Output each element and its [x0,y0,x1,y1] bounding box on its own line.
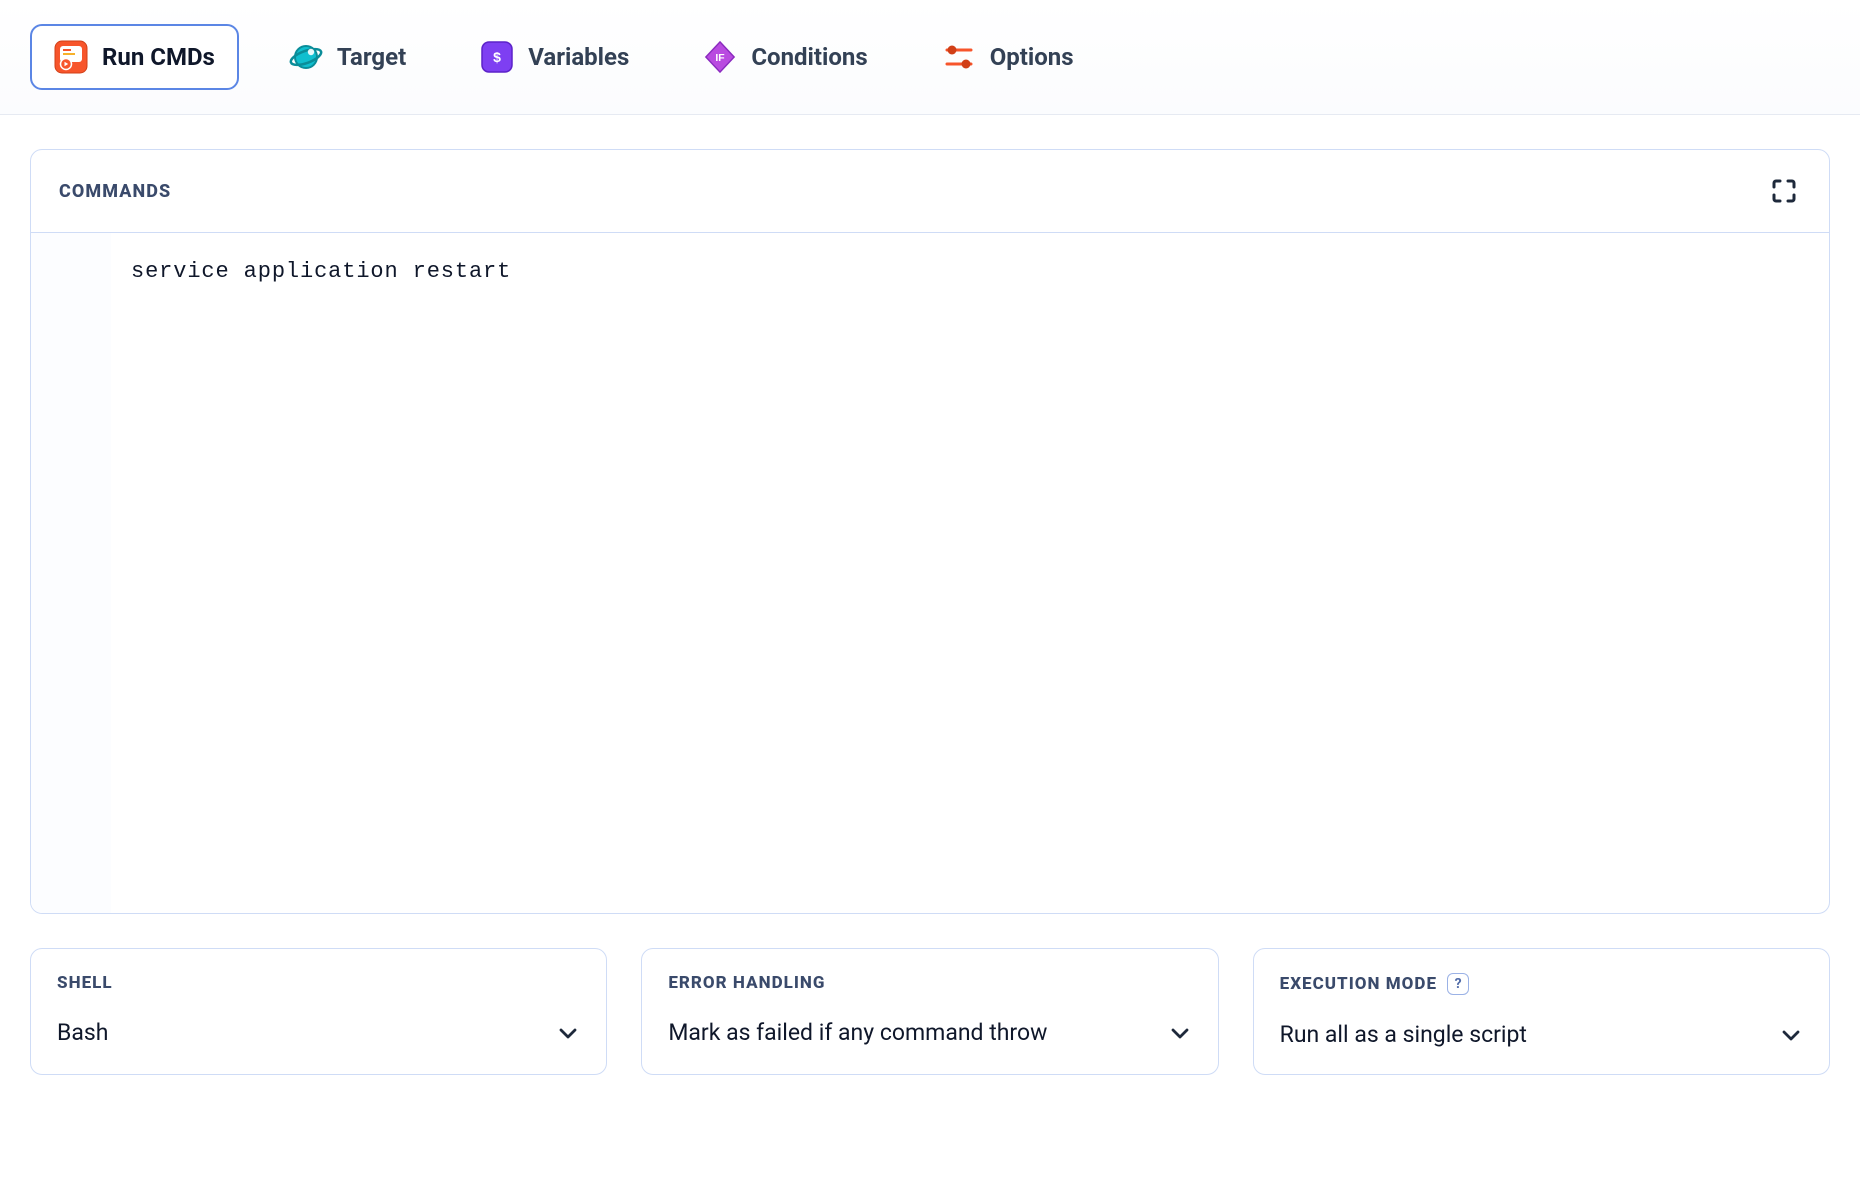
editor-gutter [31,233,111,913]
selects-row: SHELL Bash ERROR HANDLING Mark as failed… [30,948,1830,1075]
code-editor[interactable]: service application restart [31,233,1829,913]
chevron-down-icon [1168,1021,1192,1045]
code-area[interactable]: service application restart [111,233,1829,913]
commands-panel-title: COMMANDS [59,181,171,202]
chevron-down-icon [556,1021,580,1045]
run-cmds-icon [54,40,88,74]
content-area: COMMANDS service application restart SHE… [0,115,1860,1115]
options-icon [942,40,976,74]
tab-run-cmds-label: Run CMDs [102,43,215,71]
tab-bar: Run CMDs Target $ Variables IF Con [0,0,1860,115]
expand-icon[interactable] [1767,174,1801,208]
svg-text:IF: IF [716,53,725,64]
tab-conditions[interactable]: IF Conditions [679,24,891,90]
error-handling-select[interactable]: ERROR HANDLING Mark as failed if any com… [641,948,1218,1075]
commands-panel: COMMANDS service application restart [30,149,1830,914]
conditions-icon: IF [703,40,737,74]
tab-target-label: Target [337,43,406,71]
execution-mode-label: EXECUTION MODE [1280,974,1437,994]
tab-run-cmds[interactable]: Run CMDs [30,24,239,90]
tab-variables-label: Variables [528,43,629,71]
commands-panel-header: COMMANDS [31,150,1829,233]
chevron-down-icon [1779,1023,1803,1047]
error-handling-value: Mark as failed if any command throw [668,1019,1059,1046]
tab-conditions-label: Conditions [751,43,867,71]
tab-variables[interactable]: $ Variables [456,24,653,90]
shell-select[interactable]: SHELL Bash [30,948,607,1075]
shell-label: SHELL [57,973,113,993]
planet-icon [289,40,323,74]
tab-options[interactable]: Options [918,24,1098,90]
help-icon[interactable]: ? [1447,973,1469,995]
shell-value: Bash [57,1019,120,1046]
execution-mode-value: Run all as a single script [1280,1021,1539,1048]
svg-text:$: $ [493,49,501,65]
error-handling-label: ERROR HANDLING [668,973,825,993]
execution-mode-select[interactable]: EXECUTION MODE ? Run all as a single scr… [1253,948,1830,1075]
tab-options-label: Options [990,43,1074,71]
tab-target[interactable]: Target [265,24,430,90]
variables-icon: $ [480,40,514,74]
